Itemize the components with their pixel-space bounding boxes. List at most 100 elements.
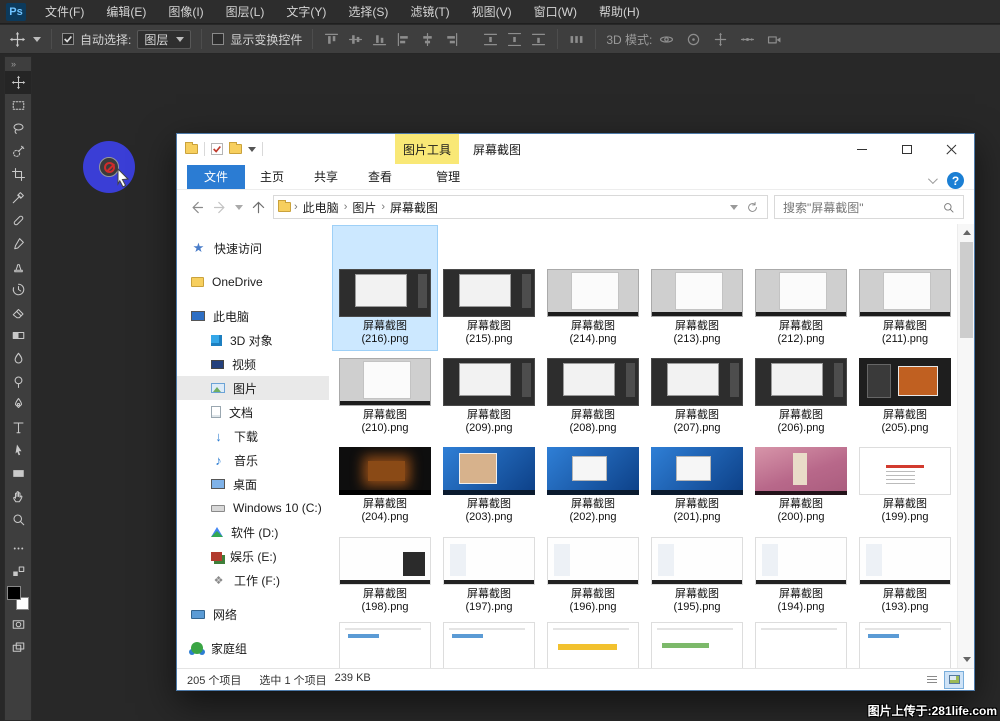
recent-locations-caret-icon[interactable] [235,205,243,210]
dodge-tool[interactable] [5,370,31,393]
breadcrumb-item-1[interactable]: 图片 [348,199,380,216]
align-hcenter-button[interactable] [419,31,436,48]
align-bottom-button[interactable] [371,31,388,48]
sidebar-item-12[interactable]: 娱乐 (E:) [177,544,329,568]
align-left-button[interactable] [395,31,412,48]
picture-tools-context-tab[interactable]: 图片工具 [395,134,459,164]
menu-item-6[interactable]: 滤镜(T) [399,0,460,24]
eyedropper-tool[interactable] [5,186,31,209]
ribbon-tab-1[interactable]: 主页 [245,165,299,189]
file-item-partial-26[interactable] [541,618,645,668]
ellipsis-button[interactable] [5,537,31,560]
file-item-屏幕截图 (207).png[interactable]: 屏幕截图 (207).png [645,350,749,439]
blur-tool[interactable] [5,347,31,370]
eraser-tool[interactable] [5,301,31,324]
history-brush-tool[interactable] [5,278,31,301]
file-item-屏幕截图 (211).png[interactable]: 屏幕截图 (211).png [853,226,957,350]
file-item-屏幕截图 (204).png[interactable]: 屏幕截图 (204).png [333,439,437,528]
file-item-屏幕截图 (206).png[interactable]: 屏幕截图 (206).png [749,350,853,439]
menu-item-3[interactable]: 图层(L) [215,0,276,24]
sidebar-item-5[interactable]: 图片 [177,376,329,400]
roll-3d-button[interactable] [685,31,702,48]
minimize-button[interactable] [839,134,884,164]
file-item-partial-24[interactable] [333,618,437,668]
search-input[interactable]: 搜索"屏幕截图" [774,195,964,219]
file-item-屏幕截图 (213).png[interactable]: 屏幕截图 (213).png [645,226,749,350]
ribbon-tab-3[interactable]: 查看 [353,165,407,189]
camera-3d-button[interactable] [766,31,783,48]
file-item-屏幕截图 (199).png[interactable]: 屏幕截图 (199).png [853,439,957,528]
slide-3d-button[interactable] [739,31,756,48]
pen-tool[interactable] [5,393,31,416]
foreground-color-swatch[interactable] [7,586,21,600]
menu-item-1[interactable]: 编辑(E) [95,0,157,24]
scroll-up-button[interactable] [958,224,974,241]
align-vcenter-button[interactable] [347,31,364,48]
file-item-屏幕截图 (202).png[interactable]: 屏幕截图 (202).png [541,439,645,528]
sidebar-item-3[interactable]: 3D 对象 [177,328,329,352]
brush-tool[interactable] [5,232,31,255]
file-item-屏幕截图 (200).png[interactable]: 屏幕截图 (200).png [749,439,853,528]
gradient-tool[interactable] [5,324,31,347]
ribbon-tab-4[interactable]: 管理 [421,165,475,189]
menu-item-0[interactable]: 文件(F) [34,0,95,24]
file-item-partial-28[interactable] [749,618,853,668]
menu-item-2[interactable]: 图像(I) [157,0,214,24]
file-item-屏幕截图 (193).png[interactable]: 屏幕截图 (193).png [853,528,957,618]
file-item-partial-29[interactable] [853,618,957,668]
help-button[interactable]: ? [947,172,964,189]
address-dropdown-caret-icon[interactable] [730,205,738,210]
file-item-屏幕截图 (214).png[interactable]: 屏幕截图 (214).png [541,226,645,350]
file-item-屏幕截图 (205).png[interactable]: 屏幕截图 (205).png [853,350,957,439]
new-folder-icon[interactable] [229,144,242,154]
file-item-partial-27[interactable] [645,618,749,668]
properties-icon[interactable] [211,143,223,155]
auto-select-checkbox[interactable] [62,33,74,45]
menu-item-5[interactable]: 选择(S) [337,0,399,24]
file-item-屏幕截图 (196).png[interactable]: 屏幕截图 (196).png [541,528,645,618]
vertical-scrollbar[interactable] [957,224,974,668]
file-item-屏幕截图 (197).png[interactable]: 屏幕截图 (197).png [437,528,541,618]
file-item-屏幕截图 (198).png[interactable]: 屏幕截图 (198).png [333,528,437,618]
sidebar-item-14[interactable]: 网络 [177,602,329,626]
refresh-icon[interactable] [746,201,759,214]
orbit-3d-button[interactable] [658,31,675,48]
move-tool-preset-icon[interactable] [8,30,27,49]
ribbon-collapse-icon[interactable] [928,174,938,184]
quick-select-tool[interactable] [5,140,31,163]
file-item-屏幕截图 (212).png[interactable]: 屏幕截图 (212).png [749,226,853,350]
titlebar[interactable]: 图片工具 屏幕截图 [177,134,974,164]
healing-tool[interactable] [5,209,31,232]
file-item-屏幕截图 (194).png[interactable]: 屏幕截图 (194).png [749,528,853,618]
breadcrumb[interactable]: ›此电脑›图片›屏幕截图 [273,195,768,219]
align-right-button[interactable] [443,31,460,48]
dist-bottom-button[interactable] [530,31,547,48]
breadcrumb-item-0[interactable]: 此电脑 [299,199,343,216]
file-item-屏幕截图 (208).png[interactable]: 屏幕截图 (208).png [541,350,645,439]
close-button[interactable] [929,134,974,164]
sidebar-item-7[interactable]: 下载 [177,424,329,448]
distribute-width-button[interactable] [568,31,585,48]
show-transform-checkbox[interactable] [212,33,224,45]
sidebar-item-11[interactable]: 软件 (D:) [177,520,329,544]
file-item-partial-25[interactable] [437,618,541,668]
menu-item-4[interactable]: 文字(Y) [275,0,337,24]
crop-tool[interactable] [5,163,31,186]
sidebar-item-0[interactable]: 快速访问 [177,236,329,260]
file-item-屏幕截图 (201).png[interactable]: 屏幕截图 (201).png [645,439,749,528]
sidebar-item-9[interactable]: 桌面 [177,472,329,496]
type-tool[interactable] [5,416,31,439]
menu-item-7[interactable]: 视图(V) [461,0,523,24]
sidebar-item-8[interactable]: 音乐 [177,448,329,472]
maximize-button[interactable] [884,134,929,164]
scrollbar-thumb[interactable] [960,242,973,338]
quick-mask-button[interactable] [5,613,31,636]
sidebar-item-15[interactable]: 家庭组 [177,636,329,660]
file-item-屏幕截图 (203).png[interactable]: 屏幕截图 (203).png [437,439,541,528]
screen-mode-button[interactable] [5,636,31,659]
sidebar-item-1[interactable]: OneDrive [177,270,329,294]
dist-vcenter-button[interactable] [506,31,523,48]
shape-tool[interactable] [5,462,31,485]
swap-colors-button[interactable] [5,560,31,583]
lasso-tool[interactable] [5,117,31,140]
